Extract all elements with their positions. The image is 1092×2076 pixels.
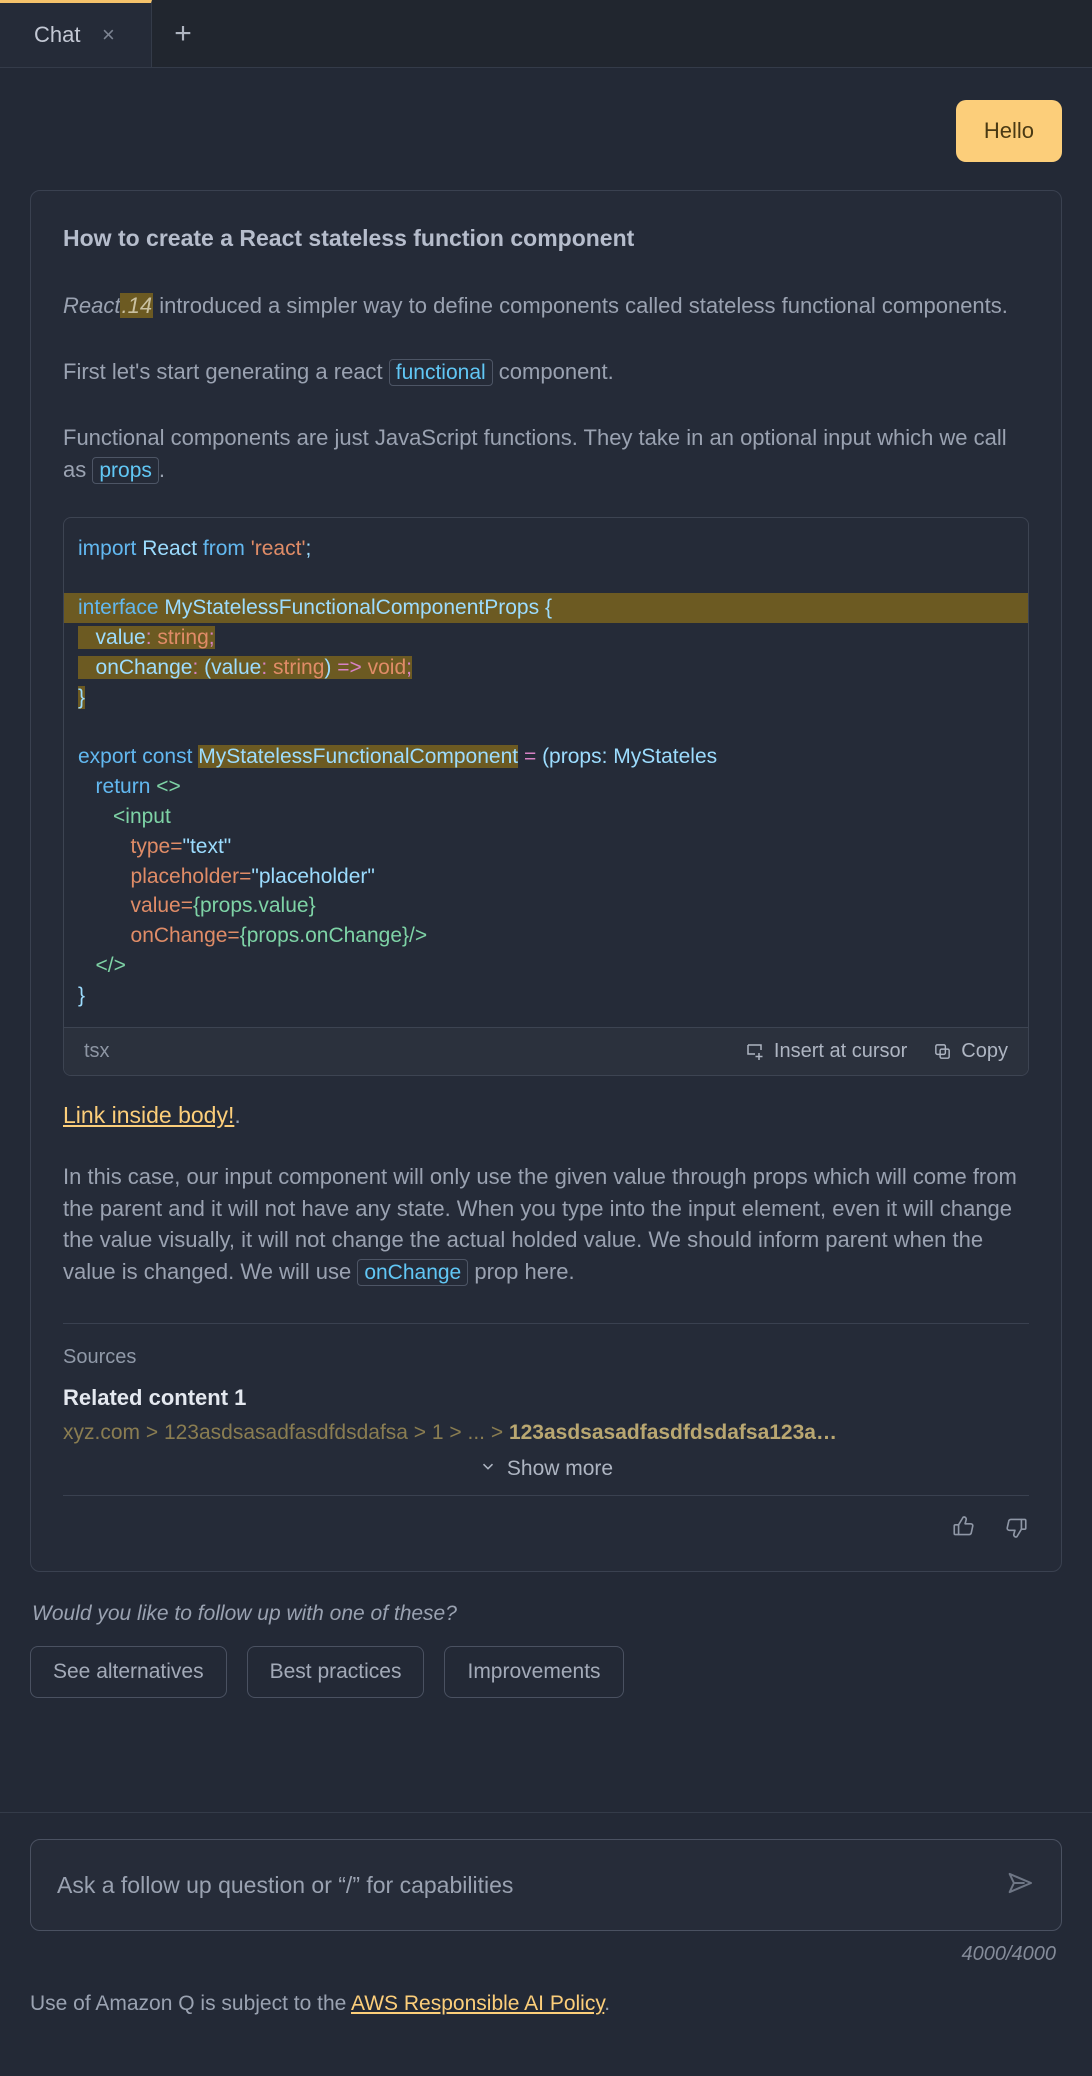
show-more-label: Show more	[506, 1456, 614, 1480]
followup-chip-row: See alternatives Best practices Improvem…	[30, 1645, 1062, 1698]
code-line: onChange={props.onChange}/>	[130, 924, 428, 948]
body-link-suffix: .	[234, 1101, 241, 1128]
copy-icon	[933, 1042, 952, 1061]
followup-chip-improvements[interactable]: Improvements	[444, 1645, 624, 1698]
followup-chip-best-practices[interactable]: Best practices	[246, 1645, 425, 1698]
paragraph-1-italic: React	[63, 293, 121, 318]
code-line: type="text"	[130, 834, 232, 858]
inline-code-props: props	[92, 457, 159, 485]
composer-area: 4000/4000 Use of Amazon Q is subject to …	[0, 1812, 1092, 2076]
code-line: value: string;	[64, 623, 1028, 653]
user-message-row: Hello	[30, 68, 1062, 162]
source-title: Related content 1	[63, 1384, 247, 1410]
inline-code-functional: functional	[388, 358, 493, 386]
code-line: value={props.value}	[130, 894, 316, 918]
tab-chat[interactable]: Chat ×	[0, 0, 152, 67]
code-line: }	[78, 685, 86, 709]
source-breadcrumb-prefix: xyz.com > 123asdsasadfasdfdsdafsa > 1 > …	[63, 1420, 509, 1444]
insert-at-cursor-label: Insert at cursor	[773, 1039, 908, 1062]
character-counter: 4000/4000	[961, 1943, 1056, 1965]
policy-text-prefix: Use of Amazon Q is subject to the	[30, 1992, 351, 2015]
source-breadcrumb-last: 123asdsasadfasdfdsdafsa123a…	[508, 1420, 837, 1444]
code-line: <input	[113, 804, 171, 828]
answer-card: How to create a React stateless function…	[30, 190, 1062, 1572]
answer-paragraph-1: React.14 introduced a simpler way to def…	[63, 290, 1029, 322]
body-link[interactable]: Link inside body!	[63, 1102, 234, 1128]
paragraph-1-highlight: .14	[120, 293, 154, 318]
paragraph-3-post: .	[158, 457, 166, 483]
source-breadcrumb: xyz.com > 123asdsasadfasdfdsdafsa > 1 > …	[63, 1421, 1029, 1445]
answer-paragraph-3: Functional components are just JavaScrip…	[63, 422, 1029, 486]
code-line: export const MyStatelessFunctionalCompon…	[78, 745, 718, 769]
code-line: import React from 'react';	[78, 536, 312, 560]
code-line: interface MyStatelessFunctionalComponent…	[64, 593, 1028, 624]
body-link-row: Link inside body!.	[63, 1102, 1029, 1129]
code-line: placeholder="placeholder"	[130, 864, 375, 888]
chevron-down-icon	[479, 1457, 497, 1481]
paragraph-3-pre: Functional components are just JavaScrip…	[63, 425, 1007, 483]
code-line: }	[78, 983, 86, 1007]
chat-scroll-area[interactable]: Hello How to create a React stateless fu…	[0, 68, 1092, 1812]
paragraph-4-post: prop here.	[468, 1259, 575, 1285]
sources-divider-top	[63, 1322, 1029, 1324]
thumbs-down-icon[interactable]	[1003, 1514, 1029, 1545]
source-item[interactable]: Related content 1 xyz.com > 123asdsasadf…	[63, 1385, 1029, 1445]
code-action-group: Insert at cursor Copy	[745, 1040, 1008, 1063]
code-block-footer: tsx Insert at cursor Copy	[64, 1026, 1028, 1075]
code-line: </>	[95, 954, 126, 978]
insert-at-cursor-icon	[745, 1041, 765, 1061]
show-more-button[interactable]: Show more	[63, 1457, 1029, 1481]
tab-chat-label: Chat	[34, 22, 81, 47]
code-language-label: tsx	[84, 1039, 110, 1062]
code-line: return <>	[95, 775, 181, 799]
tab-bar: Chat × +	[0, 0, 1092, 68]
thumbs-up-icon[interactable]	[951, 1514, 977, 1545]
policy-text-suffix: .	[604, 1992, 611, 2015]
sources-label: Sources	[63, 1345, 137, 1368]
inline-code-onchange: onChange	[357, 1259, 469, 1287]
answer-title: How to create a React stateless function…	[63, 225, 635, 251]
followup-question: Would you like to follow up with one of …	[32, 1601, 457, 1625]
tab-bar-empty-space	[214, 0, 1092, 67]
code-line: onChange: (value: string) => void;	[64, 653, 1028, 683]
answer-paragraph-4: In this case, our input component will o…	[63, 1161, 1029, 1289]
new-tab-button[interactable]: +	[152, 0, 214, 67]
user-message-bubble: Hello	[955, 100, 1062, 162]
code-block-content[interactable]: import React from 'react'; interface MyS…	[64, 518, 1028, 1027]
answer-paragraph-2: First let's start generating a react fun…	[63, 356, 1029, 388]
copy-label: Copy	[961, 1039, 1008, 1062]
insert-at-cursor-button[interactable]: Insert at cursor	[745, 1040, 907, 1063]
paragraph-2-pre: First let's start generating a react	[63, 358, 389, 384]
close-icon[interactable]: ×	[98, 24, 118, 46]
policy-notice: Use of Amazon Q is subject to the AWS Re…	[30, 1992, 1062, 2016]
paragraph-1-rest: introduced a simpler way to define compo…	[153, 293, 1008, 318]
chat-input[interactable]	[57, 1871, 1005, 1899]
send-icon[interactable]	[1005, 1867, 1037, 1904]
paragraph-2-post: component.	[492, 358, 614, 384]
followup-chip-see-alternatives[interactable]: See alternatives	[30, 1645, 227, 1698]
feedback-row	[63, 1496, 1029, 1545]
copy-button[interactable]: Copy	[933, 1040, 1008, 1063]
aws-responsible-ai-policy-link[interactable]: AWS Responsible AI Policy	[351, 1992, 604, 2015]
code-block: import React from 'react'; interface MyS…	[63, 516, 1029, 1076]
composer-box[interactable]	[30, 1839, 1062, 1931]
